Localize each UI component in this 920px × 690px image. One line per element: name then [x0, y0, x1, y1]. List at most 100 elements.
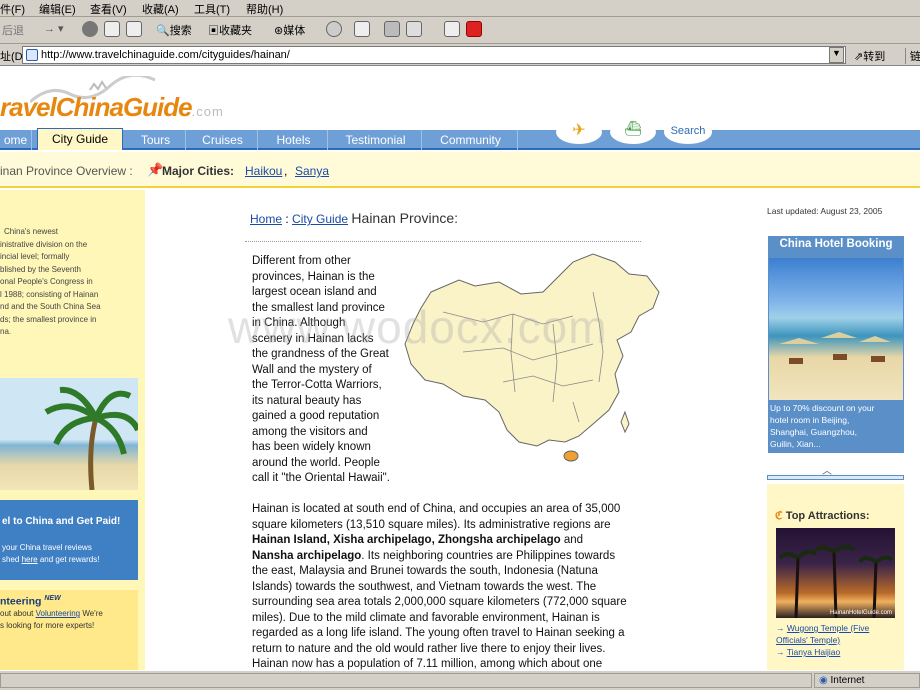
site-nav: ome City Guide Tours Cruises Hotels Test…	[0, 120, 920, 150]
intro-text-line: largest ocean island and	[252, 286, 377, 298]
tab-home[interactable]: ome	[0, 130, 32, 150]
intro-line: l 1988; consisting of Hainan	[0, 289, 99, 299]
history-icon[interactable]	[326, 21, 342, 37]
menu-edit[interactable]: 编辑(E)	[39, 1, 76, 17]
favorites-icon: ▣	[208, 25, 219, 37]
intro-text-line: Different from other	[252, 255, 351, 267]
address-bar: 址(D) http://www.travelchinaguide.com/cit…	[0, 44, 920, 66]
mail-icon[interactable]	[354, 21, 370, 37]
intro-text-line: among the visitors and	[252, 425, 368, 438]
tab-tours[interactable]: Tours	[126, 130, 186, 150]
search-button-label: 搜索	[169, 25, 192, 37]
url-dropdown-icon[interactable]: ▼	[829, 47, 844, 63]
go-button[interactable]: ⇗转到	[854, 48, 885, 64]
last-updated: Last updated: August 23, 2005	[767, 206, 883, 216]
body-line: square kilometers (13,510 square miles).…	[252, 518, 611, 531]
tab-city-guide[interactable]: City Guide	[37, 128, 123, 150]
print-icon[interactable]	[384, 21, 400, 37]
travel-paid-box: el to China and Get Paid! your China tra…	[0, 500, 138, 580]
breadcrumb-city-guide[interactable]: City Guide	[292, 212, 348, 226]
travel-here-link[interactable]: here	[22, 555, 38, 564]
vol-line: We're	[82, 609, 103, 618]
attraction-photo[interactable]: HainanHotelGuide.com	[776, 528, 895, 619]
cruise-icon[interactable]: ⛴	[610, 120, 656, 144]
search-icon: 🔍	[156, 25, 170, 37]
breadcrumb-sep: :	[285, 212, 289, 226]
body-line: regarded as a long life island. The youn…	[252, 627, 625, 639]
refresh-icon[interactable]	[104, 21, 120, 37]
url-input[interactable]: http://www.travelchinaguide.com/cityguid…	[22, 46, 846, 64]
home-icon[interactable]	[126, 21, 142, 37]
url-text: http://www.travelchinaguide.com/cityguid…	[41, 49, 290, 61]
hotel-line: Shanghai, Guangzhou,	[770, 427, 857, 437]
left-sidebar: China's newest inistrative division on t…	[0, 190, 141, 670]
intro-line: na.	[0, 327, 12, 336]
edit-icon[interactable]	[406, 21, 422, 37]
tab-testimonial[interactable]: Testimonial	[330, 130, 422, 150]
intro-text-line: Wall and the mystery of	[252, 363, 372, 376]
menu-view[interactable]: 查看(V)	[90, 1, 127, 17]
menu-help[interactable]: 帮助(H)	[246, 1, 283, 17]
hotel-booking-text: Up to 70% discount on your hotel room in…	[770, 402, 874, 450]
back-button[interactable]: 后退	[2, 22, 24, 38]
intro-text-line: gained a good reputation	[252, 410, 380, 422]
tab-community[interactable]: Community	[424, 130, 518, 150]
forward-arrow-icon[interactable]: → ▾	[44, 22, 64, 35]
body-line: and	[560, 534, 584, 546]
attractions-list: → Wugong Temple (Five Officials' Temple)…	[776, 622, 869, 658]
hotel-booking-box[interactable]: China Hotel Booking Up to 70% discount o…	[768, 236, 904, 453]
security-zone: ◉ Internet	[814, 673, 920, 688]
favorites-button[interactable]: ▣收藏夹	[208, 22, 252, 38]
major-cities-label: Major Cities:	[162, 164, 235, 178]
media-button[interactable]: ⊛媒体	[274, 22, 305, 38]
attraction-link-wugong-cont[interactable]: Officials' Temple)	[776, 635, 840, 645]
menu-file[interactable]: 件(F)	[0, 1, 25, 17]
vol-line: s looking for more experts!	[0, 621, 95, 630]
pin-icon: 📌	[147, 162, 164, 177]
volunteering-link[interactable]: Volunteering	[36, 609, 80, 618]
attraction-link-wugong[interactable]: Wugong Temple (Five	[787, 623, 869, 633]
travel-paid-heading[interactable]: el to China and Get Paid!	[2, 516, 120, 527]
search-link[interactable]: Search	[664, 120, 712, 144]
attraction-link-tianya[interactable]: Tianya Haijiao	[787, 647, 841, 657]
vol-line: out about	[0, 609, 34, 618]
volunteering-heading[interactable]: nteering NEW	[0, 595, 61, 608]
logo-text: ravelChinaGuide	[0, 92, 193, 122]
site-logo[interactable]: ravelChinaGuide.com	[0, 92, 224, 123]
province-overview-link[interactable]: inan Province Overview :	[0, 164, 133, 178]
top-attractions-box: ℭ Top Attractions: HainanHotelGuide.com …	[767, 484, 904, 670]
intro-paragraph: Different from other provinces, Hainan i…	[252, 254, 402, 487]
status-text-area	[0, 673, 812, 688]
volunteering-title: nteering	[0, 595, 42, 608]
body-line: Hainan is located at south end of China,…	[252, 503, 621, 515]
stop-icon[interactable]	[82, 21, 98, 37]
hotel-line: Guilin, Xian...	[770, 439, 821, 449]
intro-line: incial level; formally	[0, 252, 70, 261]
menu-favorites[interactable]: 收藏(A)	[142, 1, 179, 17]
beach-photo	[769, 258, 903, 400]
palm-tree-icon	[44, 386, 141, 491]
body-line: . Its neighboring countries are Philippi…	[361, 549, 616, 562]
intro-text-line: call it "the Oriental Hawaii".	[252, 472, 390, 484]
intro-text-line: its natural beauty has	[252, 394, 362, 407]
city-link-haikou[interactable]: Haikou	[245, 164, 282, 178]
attractions-heading-text: Top Attractions:	[785, 510, 870, 522]
body-line: Islands) towards the southwest, and Viet…	[252, 580, 597, 593]
scroll-track[interactable]	[767, 475, 904, 480]
intro-line: ds; the smallest province in	[0, 314, 97, 324]
breadcrumb-home[interactable]: Home	[250, 212, 282, 226]
hotel-line: Up to 70% discount on your	[770, 403, 875, 413]
night-palms-icon	[778, 544, 894, 619]
links-label[interactable]: 链	[905, 48, 920, 64]
intro-text-line: provinces, Hainan is the	[252, 270, 375, 283]
search-button[interactable]: 🔍搜索	[156, 22, 192, 38]
messenger-icon[interactable]	[466, 21, 482, 37]
menu-tools[interactable]: 工具(T)	[194, 1, 230, 17]
arrow-icon: →	[776, 647, 785, 657]
tab-hotels[interactable]: Hotels	[260, 130, 328, 150]
tours-plane-icon[interactable]: ✈	[556, 120, 602, 144]
city-link-sanya[interactable]: Sanya	[295, 164, 329, 178]
discuss-icon[interactable]	[444, 21, 460, 37]
tab-cruises[interactable]: Cruises	[188, 130, 258, 150]
new-badge: NEW	[44, 595, 61, 602]
